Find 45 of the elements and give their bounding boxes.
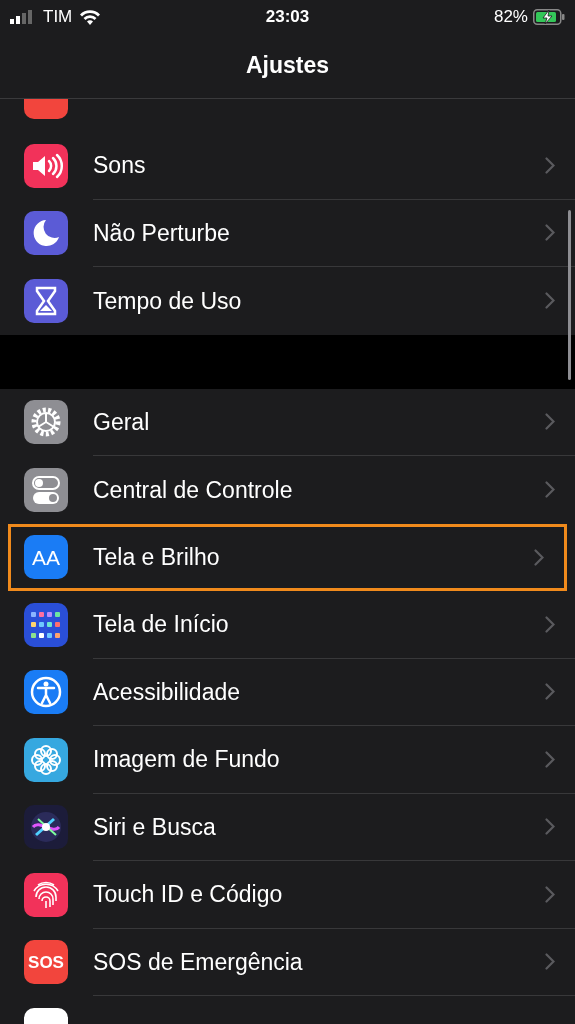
chevron-right-icon	[545, 413, 555, 431]
chevron-right-icon	[545, 292, 555, 310]
settings-row[interactable]: Acessibilidade	[0, 658, 575, 726]
carrier-name: TIM	[43, 6, 73, 29]
row-label: Não Perturbe	[93, 218, 231, 248]
row-label: Tela e Brilho	[93, 543, 221, 572]
row-label: Touch ID e Código	[93, 880, 284, 909]
chevron-right-icon	[534, 548, 544, 566]
row-label: Imagem de Fundo	[93, 745, 281, 774]
row-label: SOS de Emergência	[93, 947, 304, 977]
row-label: Geral	[93, 407, 151, 437]
row-label: Acessibilidade	[93, 677, 242, 707]
chevron-right-icon	[545, 224, 555, 242]
clock-time: 23:03	[265, 6, 310, 29]
settings-row[interactable]: Sons	[0, 132, 575, 200]
settings-row[interactable]: Geral	[0, 388, 575, 456]
row-label: Sons	[93, 151, 147, 180]
chevron-right-icon	[545, 156, 555, 174]
settings-row[interactable]: Tela de Início	[0, 591, 575, 659]
battery-percentage: 82%	[493, 6, 528, 29]
settings-row[interactable]: Não Perturbe	[0, 199, 575, 267]
battery-charging-icon	[533, 9, 565, 25]
row-label: Central de Controle	[93, 475, 294, 505]
settings-row[interactable]: Central de Controle	[0, 456, 575, 524]
app-icon	[24, 99, 68, 119]
row-label: Siri e Busca	[93, 812, 217, 842]
settings-row[interactable]: Imagem de Fundo	[0, 726, 575, 794]
settings-row[interactable]: Touch ID e Código	[0, 861, 575, 929]
settings-row[interactable]: AA Tela e Brilho	[8, 523, 567, 591]
chevron-right-icon	[545, 953, 555, 971]
row-label: Tempo de Uso	[93, 286, 243, 316]
app-icon: SOS	[24, 940, 68, 985]
wifi-icon	[79, 9, 102, 25]
settings-row[interactable]: Tempo de Uso	[0, 267, 575, 335]
page-title: Ajustes	[245, 51, 330, 80]
chevron-right-icon	[545, 481, 555, 499]
chevron-right-icon	[545, 885, 555, 903]
chevron-right-icon	[545, 818, 555, 836]
row-label: Tela de Início	[93, 610, 230, 639]
settings-row[interactable]: Siri e Busca	[0, 793, 575, 861]
chevron-right-icon	[545, 683, 555, 701]
app-icon: AA	[24, 535, 68, 580]
app-icon	[24, 1008, 68, 1024]
chevron-right-icon	[545, 750, 555, 768]
chevron-right-icon	[545, 615, 555, 633]
